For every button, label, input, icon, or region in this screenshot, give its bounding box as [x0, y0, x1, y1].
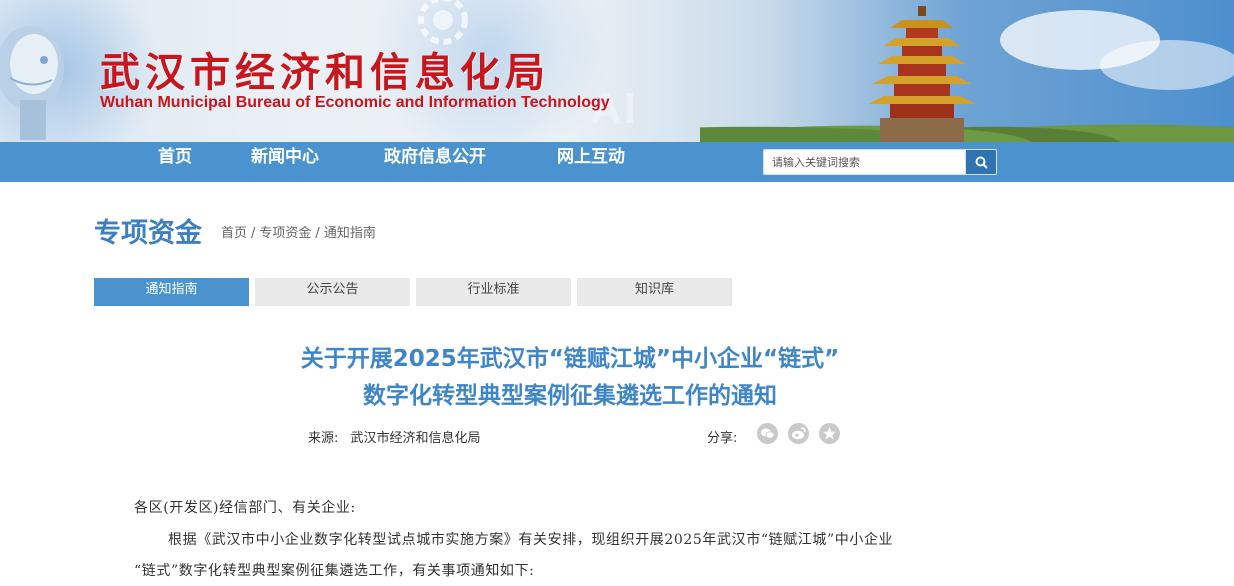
- robot-illustration: [0, 26, 64, 140]
- tab-knowledge-base[interactable]: 知识库: [577, 278, 732, 306]
- source-label: 来源:: [308, 431, 339, 446]
- star-glyph: [823, 427, 836, 440]
- banner-cloud: [1100, 40, 1234, 90]
- tab-notice-guide[interactable]: 通知指南: [94, 278, 249, 306]
- weibo-glyph: [792, 427, 806, 440]
- tab-industry-standards[interactable]: 行业标准: [416, 278, 571, 306]
- nav-item-home[interactable]: 首页: [158, 142, 192, 182]
- weibo-icon[interactable]: [788, 423, 809, 444]
- header-banner: AI 武汉市经济和信息化局 Wuhan Municipal Bureau of …: [0, 0, 1234, 142]
- search-input[interactable]: [763, 149, 966, 175]
- yellow-crane-tower-illustration: [868, 6, 976, 142]
- main-nav: 首页 新闻中心 政府信息公开 网上互动: [0, 142, 1234, 182]
- source-value: 武汉市经济和信息化局: [350, 431, 481, 446]
- site-title-english: Wuhan Municipal Bureau of Economic and I…: [100, 94, 610, 111]
- article-title-line2: 数字化转型典型案例征集遴选工作的通知: [363, 383, 777, 409]
- search-button[interactable]: [966, 149, 997, 175]
- breadcrumb-current[interactable]: 通知指南: [324, 226, 376, 241]
- article-paragraph-line: 根据《武汉市中小企业数字化转型试点城市实施方案》有关安排，现组织开展2025年武…: [168, 532, 894, 548]
- breadcrumb-home[interactable]: 首页: [221, 226, 247, 241]
- search-icon: [975, 156, 988, 169]
- nav-item-interaction[interactable]: 网上互动: [557, 142, 625, 182]
- article-salutation: 各区(开发区)经信部门、有关企业:: [134, 500, 356, 516]
- tab-announcements[interactable]: 公示公告: [255, 278, 410, 306]
- nav-item-news[interactable]: 新闻中心: [251, 142, 319, 182]
- wechat-glyph: [761, 428, 775, 439]
- breadcrumb-separator: /: [315, 226, 320, 241]
- wechat-icon[interactable]: [757, 423, 778, 444]
- site-title: 武汉市经济和信息化局: [100, 50, 550, 96]
- breadcrumb-separator: /: [251, 226, 256, 241]
- share-label: 分享:: [707, 431, 738, 446]
- article-source: 来源: 武汉市经济和信息化局: [308, 427, 481, 446]
- article-paragraph-line: “链式”数字化转型典型案例征集遴选工作，有关事项通知如下:: [134, 563, 535, 579]
- breadcrumb-special-funds[interactable]: 专项资金: [259, 226, 311, 241]
- nav-item-gov-info[interactable]: 政府信息公开: [384, 142, 486, 182]
- breadcrumb: 首页 / 专项资金 / 通知指南: [221, 222, 376, 241]
- qzone-icon[interactable]: [819, 423, 840, 444]
- section-title: 专项资金: [94, 218, 202, 249]
- article-title-line1: 关于开展2025年武汉市“链赋江城”中小企业“链式”: [300, 346, 840, 372]
